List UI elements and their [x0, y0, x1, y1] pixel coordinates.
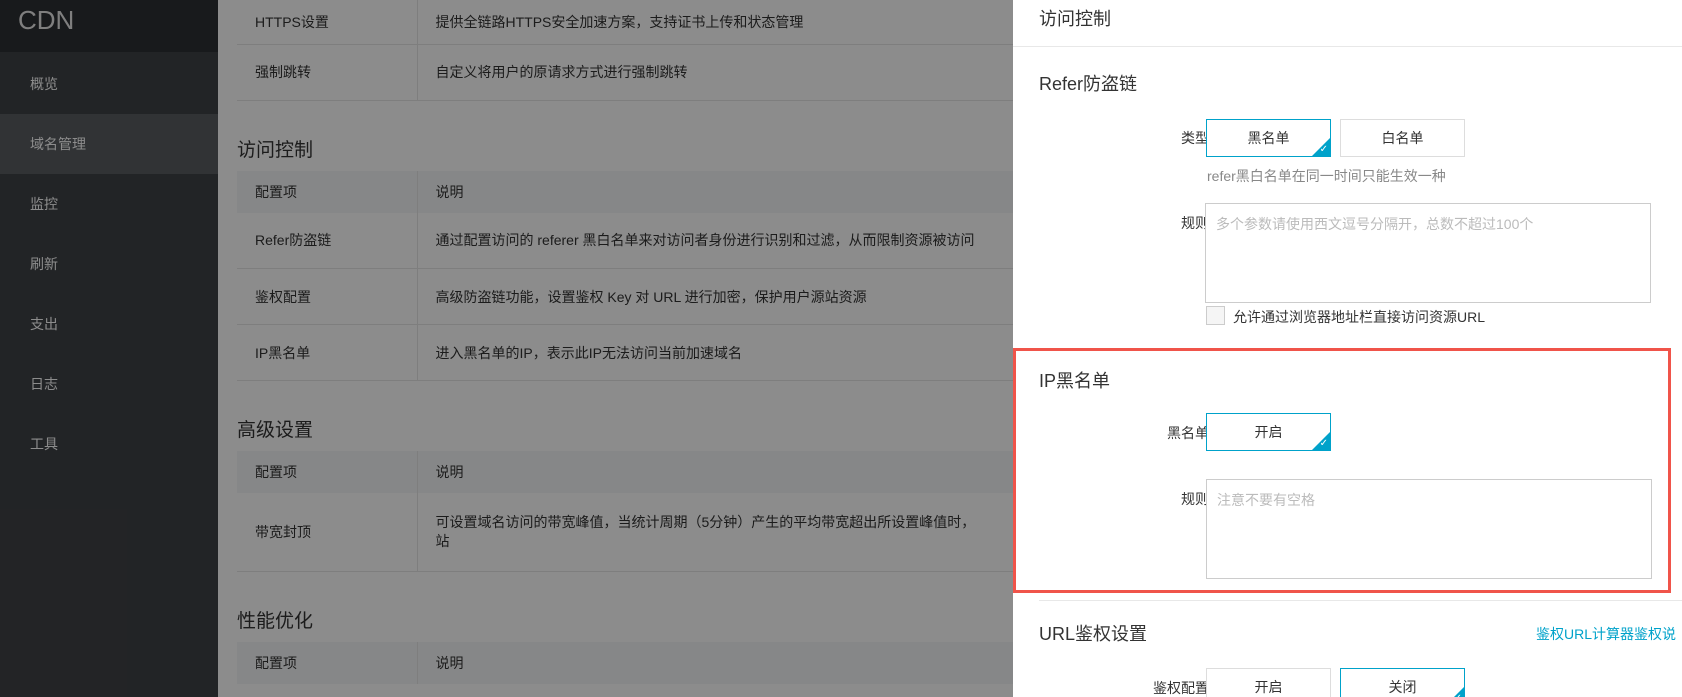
refer-blacklist-label: 黑名单 — [1247, 130, 1290, 146]
auth-off-button[interactable]: 关闭 ✓ — [1340, 668, 1465, 697]
auth-on-button[interactable]: 开启 — [1206, 668, 1331, 697]
type-label: 类型 — [1181, 130, 1209, 146]
allow-direct-access-checkbox[interactable] — [1206, 306, 1225, 325]
refer-whitelist-label: 白名单 — [1381, 130, 1424, 146]
auth-on-label: 开启 — [1254, 679, 1283, 695]
app-root: CDN 概览 域名管理 监控 刷新 支出 日志 工具 HTTPS设置 提供全链路… — [0, 0, 1682, 697]
refer-rule-placeholder: 多个参数请使用西文逗号分隔开，总数不超过100个 — [1216, 216, 1534, 232]
panel-title: 访问控制 — [1013, 0, 1682, 47]
auth-calculator-link[interactable]: 鉴权URL计算器鉴权说 — [1536, 624, 1676, 644]
allow-direct-access-label: 允许通过浏览器地址栏直接访问资源URL — [1233, 309, 1486, 325]
auth-off-label: 关闭 — [1388, 679, 1417, 695]
refer-blacklist-button[interactable]: 黑名单 ✓ — [1206, 119, 1331, 157]
refer-rule-textarea[interactable]: 多个参数请使用西文逗号分隔开，总数不超过100个 — [1205, 203, 1651, 303]
auth-config-label: 鉴权配置 — [1153, 680, 1209, 696]
refer-section-title: Refer防盗链 — [1039, 74, 1138, 94]
url-auth-section-title: URL鉴权设置 — [1039, 624, 1148, 644]
check-icon: ✓ — [1319, 144, 1328, 155]
section-divider — [1039, 600, 1682, 601]
modal-overlay[interactable] — [0, 0, 1013, 697]
refer-rule-label: 规则 — [1181, 215, 1209, 231]
refer-hint: refer黑白名单在同一时间只能生效一种 — [1207, 168, 1446, 184]
ip-blacklist-highlight — [1013, 348, 1671, 593]
refer-whitelist-button[interactable]: 白名单 — [1340, 119, 1465, 157]
